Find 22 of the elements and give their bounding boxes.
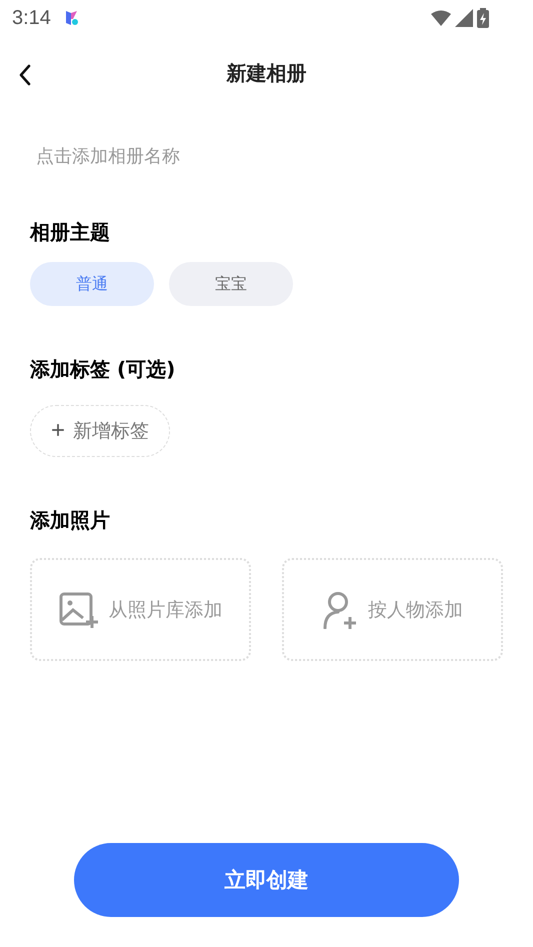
page-title: 新建相册 [226, 60, 306, 86]
plus-icon: + [51, 417, 66, 445]
back-icon [18, 64, 32, 86]
battery-icon [477, 8, 489, 28]
theme-option[interactable]: 普通 [30, 262, 154, 306]
wifi-icon [431, 10, 451, 26]
option-label: 从照片库添加 [108, 598, 222, 622]
signal-icon [455, 9, 473, 27]
app-logo-icon [64, 10, 79, 26]
add-tag-label: 新增标签 [73, 419, 150, 444]
add-photo-option[interactable]: 从照片库添加 [30, 558, 251, 661]
section-title: 添加标签 (可选) [30, 356, 176, 383]
add-tag-button[interactable]: + 新增标签 [30, 405, 170, 457]
person-add-icon [322, 590, 358, 628]
section-title: 添加照片 [30, 507, 111, 534]
status-time: 3:14 [12, 6, 51, 30]
add-photo-option[interactable]: 按人物添加 [282, 558, 503, 661]
create-button[interactable]: 立即创建 [74, 843, 459, 917]
option-label: 按人物添加 [368, 598, 463, 622]
theme-option[interactable]: 宝宝 [169, 262, 293, 306]
image-add-icon [58, 592, 98, 628]
section-title: 相册主题 [30, 219, 111, 246]
